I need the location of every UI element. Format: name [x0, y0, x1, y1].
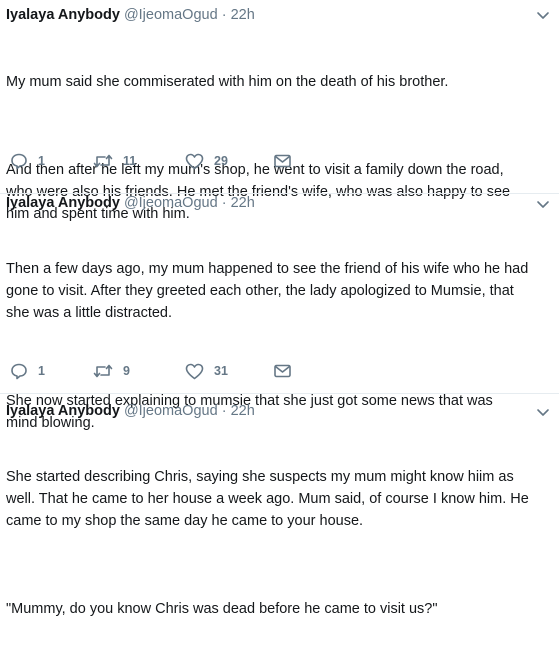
timestamp[interactable]: 22h: [231, 7, 255, 23]
reply-button[interactable]: 1: [10, 360, 45, 382]
tweet-paragraph: She started describing Chris, saying she…: [6, 469, 529, 529]
retweet-icon: [93, 154, 113, 168]
tweet-paragraph: "Mummy, do you know Chris was dead befor…: [6, 601, 438, 617]
tweet[interactable]: Iyalaya Anybody @IjeomaOgud · 22h Then a…: [0, 193, 559, 431]
heart-icon: [185, 363, 204, 379]
envelope-icon: [274, 154, 291, 168]
direct-message-button[interactable]: [274, 150, 291, 172]
chevron-down-icon[interactable]: [536, 10, 550, 22]
reply-button[interactable]: 1: [10, 150, 45, 172]
separator: ·: [221, 7, 227, 23]
author-handle[interactable]: @IjeomaOgud: [124, 7, 218, 23]
retweet-count: 9: [123, 364, 130, 378]
tweet-paragraph: My mum said she commiserated with him on…: [6, 74, 449, 90]
direct-message-button[interactable]: [274, 360, 291, 382]
like-count: 31: [214, 364, 228, 378]
chevron-down-icon[interactable]: [536, 407, 550, 419]
retweet-icon: [93, 364, 113, 378]
author-name[interactable]: Iyalaya Anybody: [6, 403, 120, 419]
reply-count: 1: [38, 364, 45, 378]
tweet-actions: 1 9 31: [0, 360, 559, 382]
tweet-header: Iyalaya Anybody @IjeomaOgud · 22h: [6, 194, 255, 212]
reply-count: 1: [38, 154, 45, 168]
timestamp[interactable]: 22h: [231, 403, 255, 419]
separator: ·: [221, 403, 227, 419]
author-name[interactable]: Iyalaya Anybody: [6, 7, 120, 23]
separator: ·: [221, 195, 227, 211]
chevron-down-icon[interactable]: [536, 199, 550, 211]
envelope-icon: [274, 364, 291, 378]
like-button[interactable]: 31: [185, 360, 228, 382]
tweet-actions: 1 11 29: [0, 150, 559, 172]
tweet-text: She started describing Chris, saying she…: [6, 422, 554, 664]
timestamp[interactable]: 22h: [231, 195, 255, 211]
author-name[interactable]: Iyalaya Anybody: [6, 195, 120, 211]
tweet[interactable]: Iyalaya Anybody @IjeomaOgud · 22h My mum…: [0, 0, 559, 222]
like-count: 29: [214, 154, 228, 168]
retweet-button[interactable]: 11: [93, 150, 136, 172]
author-handle[interactable]: @IjeomaOgud: [124, 195, 218, 211]
heart-icon: [185, 153, 204, 169]
tweet-paragraph: Then a few days ago, my mum happened to …: [6, 261, 529, 321]
tweet-header: Iyalaya Anybody @IjeomaOgud · 22h: [6, 402, 255, 420]
author-handle[interactable]: @IjeomaOgud: [124, 403, 218, 419]
retweet-button[interactable]: 9: [93, 360, 130, 382]
reply-icon: [11, 363, 27, 380]
retweet-count: 11: [123, 154, 137, 168]
tweet[interactable]: Iyalaya Anybody @IjeomaOgud · 22h She st…: [0, 393, 559, 617]
tweet-header: Iyalaya Anybody @IjeomaOgud · 22h: [6, 6, 255, 24]
reply-icon: [11, 153, 27, 170]
like-button[interactable]: 29: [185, 150, 228, 172]
